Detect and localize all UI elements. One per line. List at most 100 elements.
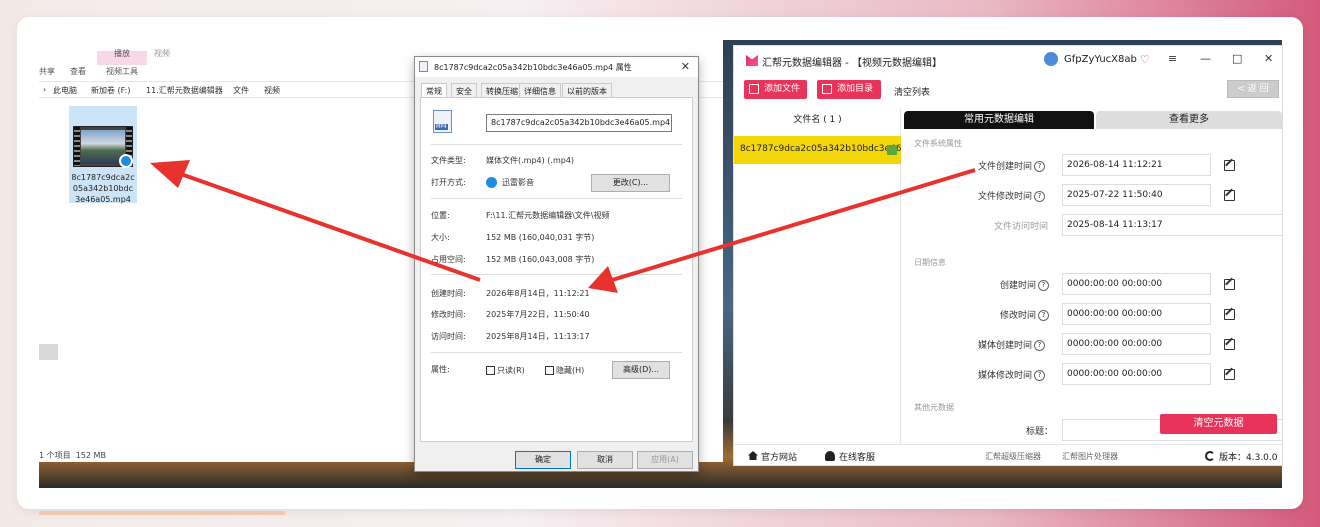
help-icon[interactable]: ? bbox=[1034, 161, 1046, 172]
maximize-icon[interactable]: □ bbox=[1232, 52, 1242, 65]
tab-previous-versions[interactable]: 以前的版本 bbox=[562, 83, 612, 97]
menu-icon[interactable]: ≡ bbox=[1168, 52, 1177, 65]
media-created-text: 媒体创建时间 bbox=[978, 341, 1033, 351]
ribbon-video-tools-tab[interactable]: 视频工具 bbox=[106, 66, 138, 77]
created-time-input[interactable]: 0000:00:00 00:00:00 bbox=[1062, 273, 1211, 295]
ok-button[interactable]: 确定 bbox=[515, 451, 571, 469]
attributes-label: 属性: bbox=[431, 365, 450, 374]
help-icon[interactable]: ? bbox=[1038, 310, 1050, 321]
add-file-icon bbox=[749, 84, 759, 94]
modified-time-input[interactable]: 0000:00:00 00:00:00 bbox=[1062, 303, 1211, 325]
online-service-link[interactable]: 在线客服 bbox=[839, 450, 875, 463]
close-icon[interactable]: ✕ bbox=[681, 60, 690, 73]
help-icon[interactable]: ? bbox=[1038, 280, 1050, 291]
dialog-titlebar: 8c1787c9dca2c05a342b10bdc3e46a05.mp4 属性 … bbox=[415, 57, 698, 77]
edit-icon[interactable] bbox=[1224, 309, 1235, 320]
accessed-label: 访问时间: bbox=[431, 332, 466, 341]
file-small-icon bbox=[419, 61, 428, 72]
breadcrumb-item[interactable]: 11.汇帮元数据编辑器 bbox=[146, 85, 223, 96]
file-list-pane: 文件名 ( 1 ) 8c1787c9dca2c05a342b10bdc3e46a… bbox=[734, 108, 901, 444]
created-value: 2026年8月14日，11:12:21 bbox=[486, 289, 590, 298]
clear-list-button[interactable]: 清空列表 bbox=[894, 85, 930, 98]
ribbon-video-tab[interactable]: 视频 bbox=[154, 48, 170, 59]
breadcrumb-item[interactable]: 文件 bbox=[233, 85, 249, 96]
media-modified-input[interactable]: 0000:00:00 00:00:00 bbox=[1062, 363, 1211, 385]
clear-metadata-button[interactable]: 清空元数据 bbox=[1160, 414, 1277, 434]
created-time-label: 创建时间? bbox=[1000, 278, 1050, 291]
type-value: 媒体文件(.mp4) (.mp4) bbox=[486, 156, 575, 165]
readonly-checkbox[interactable] bbox=[486, 366, 495, 375]
add-folder-label: 添加目录 bbox=[837, 84, 874, 94]
metadata-form: 文件系统属性 文件创建时间? 2026-08-14 11:12:21 文件修改时… bbox=[902, 130, 1283, 444]
status-bar: 1 个项目 152 MB bbox=[39, 450, 106, 461]
media-created-label: 媒体创建时间? bbox=[978, 338, 1046, 351]
scroll-thumb[interactable] bbox=[39, 344, 58, 360]
file-name-field[interactable]: 8c1787c9dca2c05a342b10bdc3e46a05.mp4 bbox=[486, 114, 672, 132]
image-tool-link[interactable]: 汇帮图片处理器 bbox=[1062, 451, 1118, 462]
hidden-label[interactable]: 隐藏(H) bbox=[556, 365, 584, 376]
close-icon[interactable]: ✕ bbox=[1264, 52, 1273, 65]
edit-icon[interactable] bbox=[1224, 160, 1235, 171]
ribbon-play-tab[interactable]: 播放 bbox=[114, 48, 130, 59]
advanced-button[interactable]: 高级(D)... bbox=[612, 361, 670, 379]
file-created-label: 文件创建时间? bbox=[978, 159, 1046, 172]
file-list-row[interactable]: 8c1787c9dca2c05a342b10bdc3e46a05.mp4 bbox=[734, 136, 901, 164]
tab-details[interactable]: 详细信息 bbox=[519, 83, 561, 97]
file-modified-label: 文件修改时间? bbox=[978, 189, 1046, 202]
dialog-title: 8c1787c9dca2c05a342b10bdc3e46a05.mp4 属性 bbox=[434, 63, 632, 72]
help-icon[interactable]: ? bbox=[1034, 191, 1046, 202]
home-icon bbox=[748, 451, 758, 460]
file-created-text: 文件创建时间 bbox=[978, 162, 1033, 172]
section-date-info: 日期信息 bbox=[914, 258, 946, 267]
breadcrumb-item[interactable]: 视频 bbox=[264, 85, 280, 96]
help-icon[interactable]: ? bbox=[1034, 370, 1046, 381]
minimize-icon[interactable]: — bbox=[1200, 52, 1211, 65]
xunlei-app-icon bbox=[486, 177, 497, 188]
version-label: 版本：4.3.0.0 bbox=[1219, 453, 1278, 463]
accessed-value: 2025年8月14日，11:13:17 bbox=[486, 332, 590, 341]
open-with-label: 打开方式: bbox=[431, 178, 466, 187]
file-modified-text: 文件修改时间 bbox=[978, 192, 1033, 202]
file-name-label: 8c1787c9dca2c05a342b10bdc3e46a05.mp4 bbox=[71, 173, 135, 204]
media-created-input[interactable]: 0000:00:00 00:00:00 bbox=[1062, 333, 1211, 355]
file-modified-input[interactable]: 2025-07-22 11:50:40 bbox=[1062, 184, 1211, 206]
back-button[interactable]: < 返 回 bbox=[1227, 80, 1279, 98]
title-label: 标题： bbox=[1026, 427, 1054, 437]
media-modified-label: 媒体修改时间? bbox=[978, 368, 1046, 381]
edit-icon[interactable] bbox=[1224, 190, 1235, 201]
edit-icon[interactable] bbox=[1224, 369, 1235, 380]
tab-view-more[interactable]: 查看更多 bbox=[1096, 111, 1282, 129]
cancel-button[interactable]: 取消 bbox=[577, 451, 633, 469]
item-count: 1 个项目 bbox=[39, 451, 71, 460]
ribbon-share-tab[interactable]: 共享 bbox=[39, 66, 55, 77]
official-site-link[interactable]: 官方网站 bbox=[761, 450, 797, 463]
readonly-label[interactable]: 只读(R) bbox=[497, 365, 525, 376]
tab-convert[interactable]: 转换压缩 bbox=[481, 83, 523, 97]
breadcrumb-item[interactable]: 此电脑 bbox=[53, 85, 77, 96]
change-button[interactable]: 更改(C)... bbox=[591, 174, 670, 192]
metadata-editor-window: 汇帮元数据编辑器 - 【视频元数据编辑】 GfpZyYucX8ab ♡ ≡ — … bbox=[733, 45, 1283, 466]
tab-security[interactable]: 安全 bbox=[451, 83, 477, 97]
refresh-icon[interactable] bbox=[1205, 451, 1215, 461]
compressor-link[interactable]: 汇帮超级压缩器 bbox=[985, 451, 1041, 462]
modified-label: 修改时间: bbox=[431, 310, 466, 319]
editor-toolbar: 添加文件 添加目录 清空列表 < 返 回 bbox=[734, 77, 1282, 103]
general-tab-panel: MP4 8c1787c9dca2c05a342b10bdc3e46a05.mp4… bbox=[420, 97, 693, 442]
file-created-input[interactable]: 2026-08-14 11:12:21 bbox=[1062, 154, 1211, 176]
add-folder-button[interactable]: 添加目录 bbox=[817, 80, 881, 99]
divider bbox=[431, 198, 682, 199]
hidden-checkbox[interactable] bbox=[545, 366, 554, 375]
modified-value: 2025年7月22日，11:50:40 bbox=[486, 310, 590, 319]
video-file-item[interactable]: 8c1787c9dca2c05a342b10bdc3e46a05.mp4 bbox=[69, 106, 137, 204]
edit-icon[interactable] bbox=[1224, 279, 1235, 290]
edit-icon[interactable] bbox=[1224, 339, 1235, 350]
file-accessed-input[interactable]: 2025-08-14 11:13:17 bbox=[1062, 214, 1283, 236]
ribbon-view-tab[interactable]: 查看 bbox=[70, 66, 86, 77]
help-icon[interactable]: ? bbox=[1034, 340, 1046, 351]
add-file-button[interactable]: 添加文件 bbox=[744, 80, 807, 99]
tab-common-metadata[interactable]: 常用元数据编辑 bbox=[904, 111, 1094, 129]
breadcrumb-item[interactable]: 新加卷 (F:) bbox=[91, 85, 130, 96]
apply-button[interactable]: 应用(A) bbox=[637, 451, 693, 469]
file-accessed-label: 文件访问时间 bbox=[994, 222, 1049, 232]
tab-general[interactable]: 常规 bbox=[421, 83, 447, 97]
